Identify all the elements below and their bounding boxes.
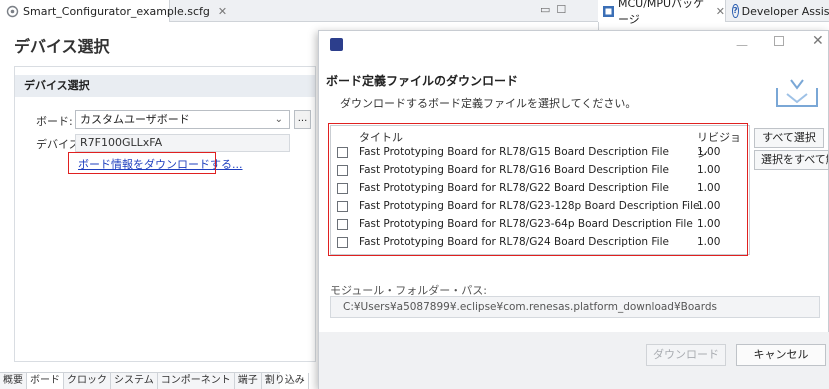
tab-developer-assist[interactable]: ? Developer Assist Br [728, 0, 829, 22]
editor-tab-label: Smart_Configurator_example.scfg [23, 4, 210, 18]
dialog-app-icon [330, 38, 343, 51]
maximize-icon[interactable]: ☐ [556, 3, 566, 19]
tab-components[interactable]: コンポーネント [158, 373, 235, 389]
deselect-all-button[interactable]: 選択をすべて解除 [754, 150, 829, 170]
close-icon[interactable]: ✕ [812, 33, 824, 49]
select-all-button[interactable]: すべて選択 [754, 128, 824, 148]
tab-interrupts[interactable]: 割り込み [262, 373, 309, 389]
page-title: デバイス選択 [14, 37, 110, 56]
tab-pins[interactable]: 端子 [235, 373, 262, 389]
tab-overview[interactable]: 概要 [0, 373, 27, 389]
dialog-subtitle: ダウンロードするボード定義ファイルを選択してください。 [340, 97, 637, 110]
package-icon [602, 5, 615, 18]
editor-window-controls: ▭ ☐ [540, 3, 590, 19]
board-label: ボード: [36, 115, 73, 128]
download-banner-icon [769, 74, 825, 110]
tab-label: Developer Assist Br [741, 4, 829, 18]
minimize-icon[interactable]: ▭ [540, 3, 550, 19]
config-file-icon [6, 5, 19, 18]
tab-label: MCU/MPUパッケージ [618, 0, 705, 26]
device-field: R7F100GLLxFA [75, 134, 290, 152]
editor-bottom-tabs: 概要 ボード クロック システム コンポーネント 端子 割り込み [0, 372, 309, 389]
download-button[interactable]: ダウンロード [646, 344, 726, 366]
tab-board[interactable]: ボード [27, 373, 64, 389]
editor-tab[interactable]: Smart_Configurator_example.scfg ✕ [0, 0, 227, 22]
tab-mcu-package[interactable]: MCU/MPUパッケージ ✕ [598, 0, 726, 26]
board-more-button[interactable]: ... [294, 110, 311, 129]
dialog-title: ボード定義ファイルのダウンロード [326, 74, 519, 88]
tab-system[interactable]: システム [111, 373, 158, 389]
module-path-field: C:¥Users¥a5087899¥.eclipse¥com.renesas.p… [330, 296, 820, 318]
tab-clock[interactable]: クロック [64, 373, 111, 389]
close-icon[interactable]: ✕ [716, 5, 725, 18]
board-select[interactable]: カスタムユーザボード ⌄ [75, 110, 290, 129]
help-icon: ? [732, 4, 739, 18]
highlight-box [68, 152, 216, 174]
section-title: デバイス選択 [15, 75, 315, 97]
close-icon[interactable]: ✕ [218, 5, 227, 18]
board-select-value: カスタムユーザボード [80, 113, 190, 126]
maximize-icon[interactable] [774, 36, 784, 46]
cancel-button[interactable]: キャンセル [736, 344, 826, 366]
chevron-down-icon: ⌄ [274, 114, 283, 125]
highlight-box [328, 123, 748, 256]
minimize-icon[interactable]: — [736, 38, 748, 52]
